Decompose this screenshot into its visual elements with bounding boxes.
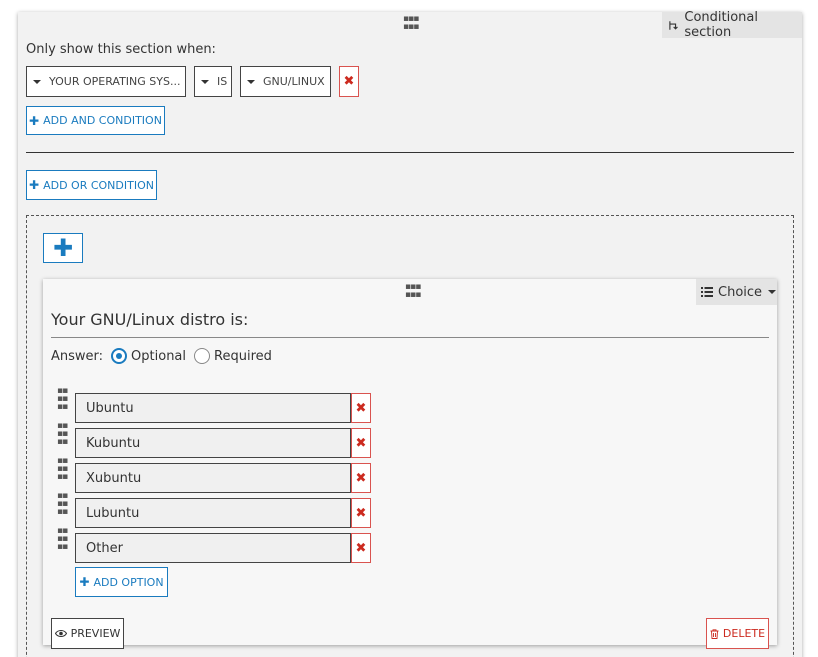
option-input[interactable]: Kubuntu: [75, 428, 351, 458]
close-icon: ✖: [355, 470, 367, 486]
add-and-condition-label: ADD AND CONDITION: [43, 114, 162, 127]
eye-icon: [54, 629, 67, 638]
plus-icon: ✚: [52, 234, 74, 262]
list-icon: [701, 287, 713, 297]
close-icon: ✖: [343, 74, 355, 89]
chevron-down-icon: [768, 290, 777, 294]
conditional-section-panel: ▪▪▪ ▪▪▪ Conditional section Only show thi…: [18, 10, 802, 657]
add-or-condition-label: ADD OR CONDITION: [43, 178, 154, 192]
plus-icon: ✚: [29, 113, 40, 128]
option-text: Lubuntu: [86, 505, 140, 521]
close-icon: ✖: [355, 435, 367, 451]
option-input[interactable]: Other: [75, 533, 351, 563]
condition-operator-value: IS: [217, 75, 228, 88]
add-option-label: ADD OPTION: [93, 575, 164, 589]
delete-button[interactable]: DELETE: [706, 618, 769, 649]
drag-grip-icon[interactable]: ▪▪▪▪▪▪: [57, 492, 68, 517]
preview-label: PREVIEW: [70, 627, 121, 640]
add-block-button[interactable]: ✚: [43, 233, 83, 263]
drag-grip-icon[interactable]: ▪▪▪▪▪▪: [57, 387, 68, 412]
chevron-down-icon: [33, 79, 41, 84]
remove-option-button[interactable]: ✖: [351, 533, 371, 563]
condition-intro-text: Only show this section when:: [26, 42, 216, 57]
condition-operator-select[interactable]: IS: [194, 66, 232, 97]
branch-icon: [669, 20, 678, 30]
option-input[interactable]: Ubuntu: [75, 393, 351, 423]
preview-button[interactable]: PREVIEW: [51, 618, 124, 649]
required-radio[interactable]: [194, 348, 211, 364]
question-title[interactable]: Your GNU/Linux distro is:: [51, 310, 248, 329]
close-icon: ✖: [355, 540, 367, 556]
option-input[interactable]: Xubuntu: [75, 463, 351, 493]
option-text: Xubuntu: [86, 470, 142, 486]
drag-grip-icon[interactable]: ▪▪▪▪▪▪: [403, 15, 419, 32]
drag-grip-icon[interactable]: ▪▪▪▪▪▪: [57, 527, 68, 552]
trash-icon: [710, 628, 719, 639]
optional-radio-label[interactable]: Optional: [131, 349, 186, 364]
condition-value-value: GNU/LINUX: [263, 75, 325, 88]
remove-option-button[interactable]: ✖: [351, 428, 371, 458]
condition-field-value: YOUR OPERATING SYS...: [49, 75, 181, 88]
answer-mode-group: Answer: Optional Required: [51, 348, 280, 364]
remove-option-button[interactable]: ✖: [351, 393, 371, 423]
remove-condition-button[interactable]: ✖: [339, 66, 359, 97]
chevron-down-icon: [247, 79, 255, 84]
drag-grip-icon[interactable]: ▪▪▪▪▪▪: [405, 283, 421, 300]
condition-field-select[interactable]: YOUR OPERATING SYS...: [26, 66, 186, 97]
remove-option-button[interactable]: ✖: [351, 498, 371, 528]
conditional-section-badge: Conditional section: [662, 10, 802, 40]
add-or-condition-button[interactable]: ✚ ADD OR CONDITION: [26, 170, 157, 200]
delete-label: DELETE: [722, 627, 766, 640]
answer-label: Answer:: [51, 348, 104, 364]
option-text: Other: [86, 540, 123, 556]
drag-grip-icon[interactable]: ▪▪▪▪▪▪: [57, 422, 68, 447]
divider: [51, 337, 769, 338]
option-input[interactable]: Lubuntu: [75, 498, 351, 528]
remove-option-button[interactable]: ✖: [351, 463, 371, 493]
question-type-label: Choice: [718, 284, 763, 300]
drag-grip-icon[interactable]: ▪▪▪▪▪▪: [57, 457, 68, 482]
conditional-section-label: Conditional section: [684, 10, 759, 40]
question-card: ▪▪▪ ▪▪▪ Choice Your GNU/Linux distro is: …: [43, 279, 777, 649]
question-type-dropdown[interactable]: Choice: [696, 279, 777, 305]
close-icon: ✖: [355, 400, 367, 416]
chevron-down-icon: [201, 79, 209, 84]
option-text: Kubuntu: [86, 435, 141, 451]
plus-icon: ✚: [79, 575, 90, 589]
add-and-condition-button[interactable]: ✚ ADD AND CONDITION: [26, 106, 165, 135]
required-radio-label[interactable]: Required: [214, 349, 272, 364]
optional-radio[interactable]: [111, 348, 128, 364]
plus-icon: ✚: [29, 178, 40, 192]
condition-value-select[interactable]: GNU/LINUX: [240, 66, 331, 97]
option-text: Ubuntu: [86, 400, 134, 416]
divider: [26, 152, 794, 153]
close-icon: ✖: [355, 505, 367, 521]
add-option-button[interactable]: ✚ ADD OPTION: [75, 567, 168, 597]
